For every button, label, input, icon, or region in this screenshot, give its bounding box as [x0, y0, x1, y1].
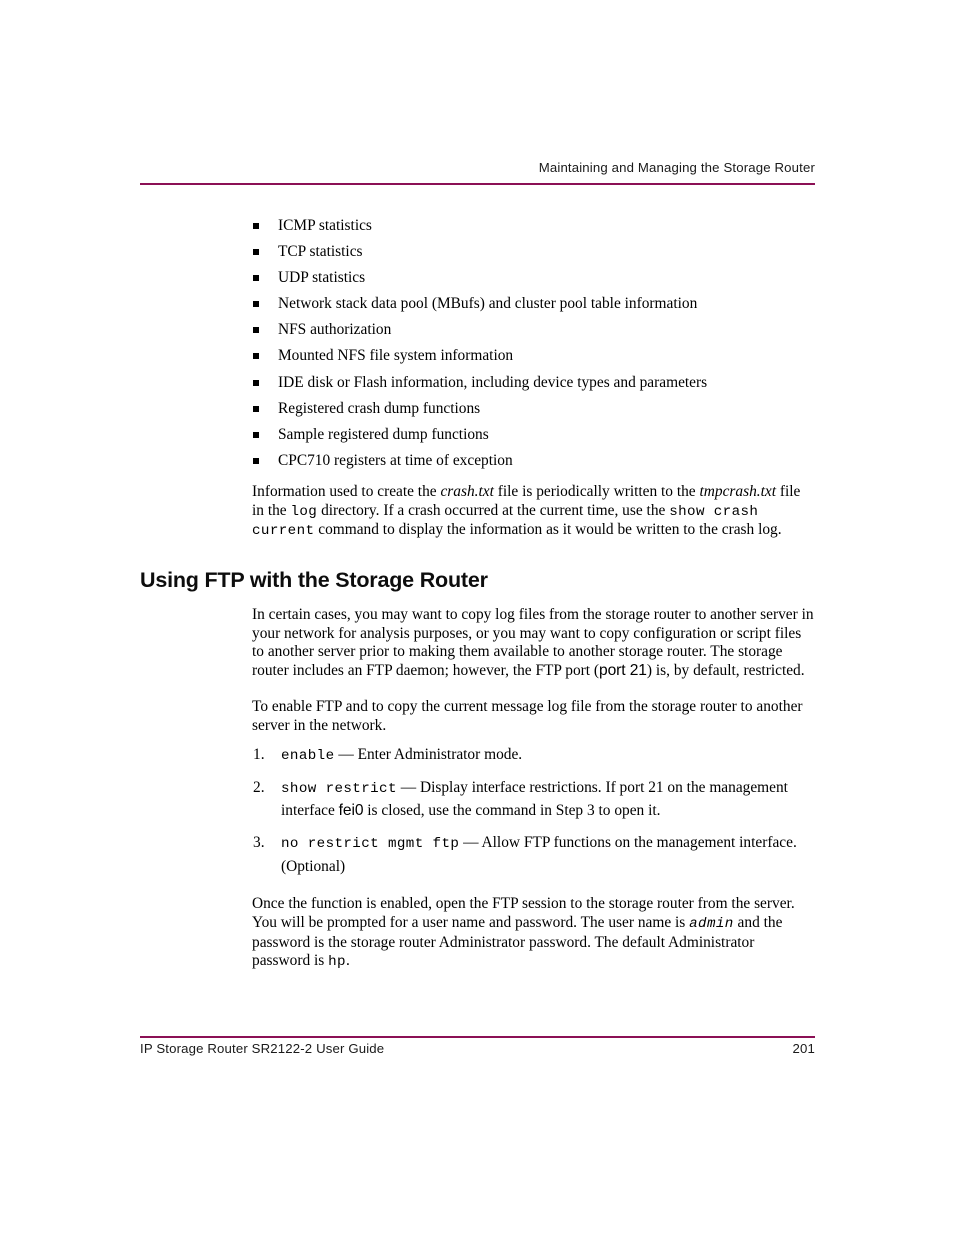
list-item-label: TCP statistics	[278, 243, 363, 261]
header-rule	[140, 183, 815, 185]
list-item-label: Mounted NFS file system information	[278, 347, 514, 365]
crash-file-paragraph: Information used to create the crash.txt…	[140, 483, 815, 541]
feature-bullet-list: ICMP statistics TCP statistics UDP stati…	[140, 213, 815, 474]
text-run: Information used to create the	[252, 482, 441, 500]
list-item-label: Network stack data pool (MBufs) and clus…	[278, 295, 698, 313]
list-item: IDE disk or Flash information, including…	[140, 370, 815, 396]
list-item: Sample registered dump functions	[140, 422, 815, 448]
password-hp: hp	[328, 954, 346, 971]
text-run: file is periodically written to the	[493, 482, 700, 500]
running-header: Maintaining and Managing the Storage Rou…	[538, 160, 815, 175]
list-item: Registered crash dump functions	[140, 396, 815, 422]
list-item: ICMP statistics	[140, 213, 815, 239]
filename-crash-txt: crash.txt	[440, 482, 494, 500]
list-item: NFS authorization	[140, 317, 815, 343]
step-dash: —	[334, 746, 358, 764]
square-bullet-icon	[253, 275, 259, 282]
step-number: 2.	[253, 778, 265, 796]
list-item-label: IDE disk or Flash information, including…	[278, 373, 708, 391]
step-dash: —	[396, 778, 420, 796]
document-page: Maintaining and Managing the Storage Rou…	[0, 0, 954, 1235]
ftp-steps-list: 1. enable — Enter Administrator mode. 2. s…	[140, 744, 815, 878]
interface-fei0-literal: fei0	[338, 802, 364, 820]
text-run: ) is, by default, restricted.	[646, 662, 805, 680]
square-bullet-icon	[253, 431, 259, 438]
list-item: CPC710 registers at time of exception	[140, 448, 815, 474]
list-item-label: UDP statistics	[278, 269, 366, 287]
page-content: ICMP statistics TCP statistics UDP stati…	[140, 213, 815, 972]
list-item-label: Registered crash dump functions	[278, 399, 481, 417]
text-run: directory. If a crash occurred at the cu…	[317, 501, 670, 519]
footer-page-number: 201	[792, 1041, 815, 1056]
square-bullet-icon	[253, 457, 259, 464]
square-bullet-icon	[253, 379, 259, 386]
list-item-label: Sample registered dump functions	[278, 425, 489, 443]
username-admin: admin	[689, 915, 734, 932]
footer-rule	[140, 1036, 815, 1038]
closing-paragraph: Once the function is enabled, open the F…	[140, 895, 815, 972]
section-heading: Using FTP with the Storage Router	[140, 568, 488, 593]
square-bullet-icon	[253, 405, 259, 412]
square-bullet-icon	[253, 353, 259, 360]
list-item: Mounted NFS file system information	[140, 343, 815, 369]
code-log: log	[290, 503, 318, 520]
list-item: Network stack data pool (MBufs) and clus…	[140, 291, 815, 317]
step-description: Enter Administrator mode.	[357, 746, 523, 764]
step-command: show restrict	[281, 780, 397, 797]
step-number: 1.	[253, 746, 265, 764]
filename-tmpcrash-txt: tmpcrash.txt	[699, 482, 777, 500]
square-bullet-icon	[253, 249, 259, 256]
list-item-label: ICMP statistics	[278, 217, 372, 234]
step-number: 3.	[253, 834, 265, 852]
square-bullet-icon	[253, 223, 259, 229]
list-item: 3. no restrict mgmt ftp — Allow FTP funct…	[140, 832, 815, 878]
list-item-label: NFS authorization	[278, 321, 392, 339]
square-bullet-icon	[253, 327, 259, 334]
list-item: 2. show restrict — Display interface rest…	[140, 777, 815, 823]
step-command: enable	[281, 748, 335, 765]
text-run: command to display the information as it…	[314, 521, 782, 539]
list-item: UDP statistics	[140, 265, 815, 291]
intro-paragraph: In certain cases, you may want to copy l…	[140, 606, 815, 681]
square-bullet-icon	[253, 301, 259, 308]
port-21-literal: port 21	[599, 662, 647, 680]
step-command: no restrict mgmt ftp	[281, 836, 460, 853]
enable-ftp-paragraph: To enable FTP and to copy the current me…	[252, 697, 803, 734]
list-item: 1. enable — Enter Administrator mode.	[140, 744, 815, 768]
list-item: TCP statistics	[140, 239, 815, 265]
list-item-label: CPC710 registers at time of exception	[278, 451, 513, 469]
step-description-cont: is closed, use the command in Step 3 to …	[363, 802, 661, 820]
text-run: .	[345, 952, 350, 970]
step-dash: —	[459, 834, 482, 852]
